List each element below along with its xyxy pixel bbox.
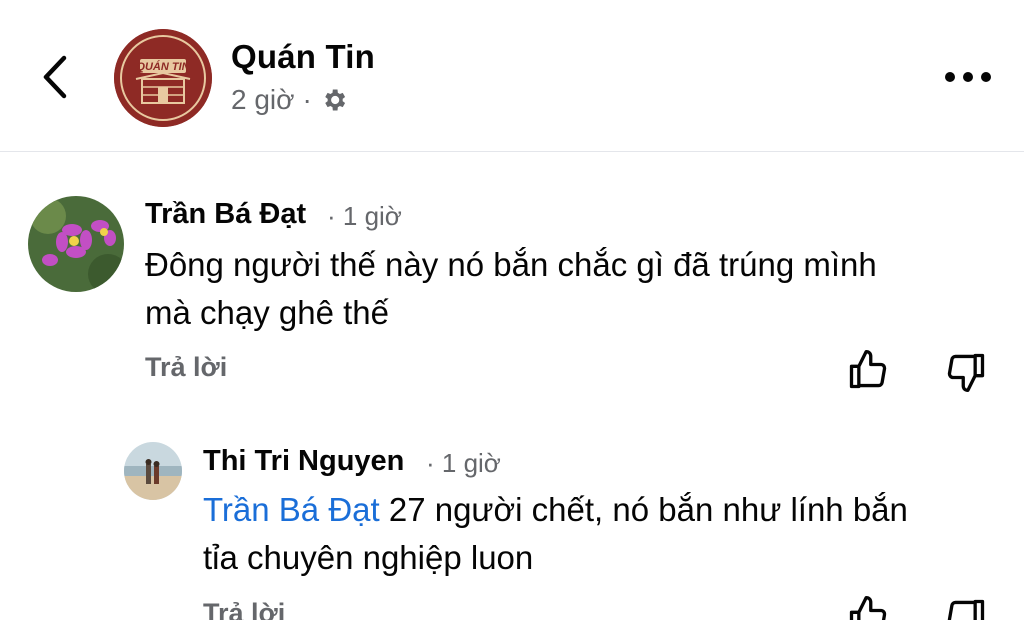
quan-tin-logo: QUÁN TIN xyxy=(114,29,212,127)
thumbs-up-icon xyxy=(849,596,887,620)
downvote-button[interactable] xyxy=(944,350,988,394)
avatar[interactable] xyxy=(124,442,182,500)
flower-avatar-image xyxy=(28,196,124,292)
post-header: QUÁN TIN Quán Tin 2 giờ · xyxy=(0,0,1024,152)
post-meta: 2 giờ · xyxy=(231,84,348,116)
svg-text:QUÁN TIN: QUÁN TIN xyxy=(136,60,190,73)
comment-time: · 1 giờ xyxy=(327,201,402,231)
post-time: 2 giờ xyxy=(231,84,295,115)
upvote-button[interactable] xyxy=(846,348,890,392)
meta-separator: · xyxy=(302,84,312,115)
page-avatar[interactable]: QUÁN TIN xyxy=(114,29,212,127)
comment-text-line: mà chạy ghê thế xyxy=(145,294,389,331)
thumbs-down-icon xyxy=(947,353,985,392)
more-horizontal-icon xyxy=(945,72,991,82)
reply-button[interactable]: Trả lời xyxy=(203,598,285,620)
upvote-button[interactable] xyxy=(846,594,890,620)
comment-author[interactable]: Thi Tri Nguyen xyxy=(203,445,404,478)
chevron-left-icon xyxy=(43,55,67,99)
comment-time: · 1 giờ xyxy=(426,448,501,478)
comment-text-line: tỉa chuyên nghiệp luon xyxy=(203,539,534,576)
avatar[interactable] xyxy=(28,196,124,292)
comment-text: 27 người chết, nó bắn như lính bắn xyxy=(379,491,908,528)
page-title[interactable]: Quán Tin xyxy=(231,38,375,76)
back-button[interactable] xyxy=(30,52,80,102)
comment-text-line: Trần Bá Đạt 27 người chết, nó bắn như lí… xyxy=(203,485,908,535)
mention-link[interactable]: Trần Bá Đạt xyxy=(203,491,380,528)
gear-icon xyxy=(320,86,348,114)
beach-photo-avatar-image xyxy=(124,442,182,500)
thumbs-up-icon xyxy=(849,350,887,389)
comment-author[interactable]: Trần Bá Đạt xyxy=(145,198,306,231)
more-options-button[interactable] xyxy=(938,52,998,102)
downvote-button[interactable] xyxy=(944,596,988,620)
thumbs-down-icon xyxy=(947,599,985,620)
reply-button[interactable]: Trả lời xyxy=(145,352,227,383)
comment-text-line: Đông người thế này nó bắn chắc gì đã trú… xyxy=(145,246,877,283)
